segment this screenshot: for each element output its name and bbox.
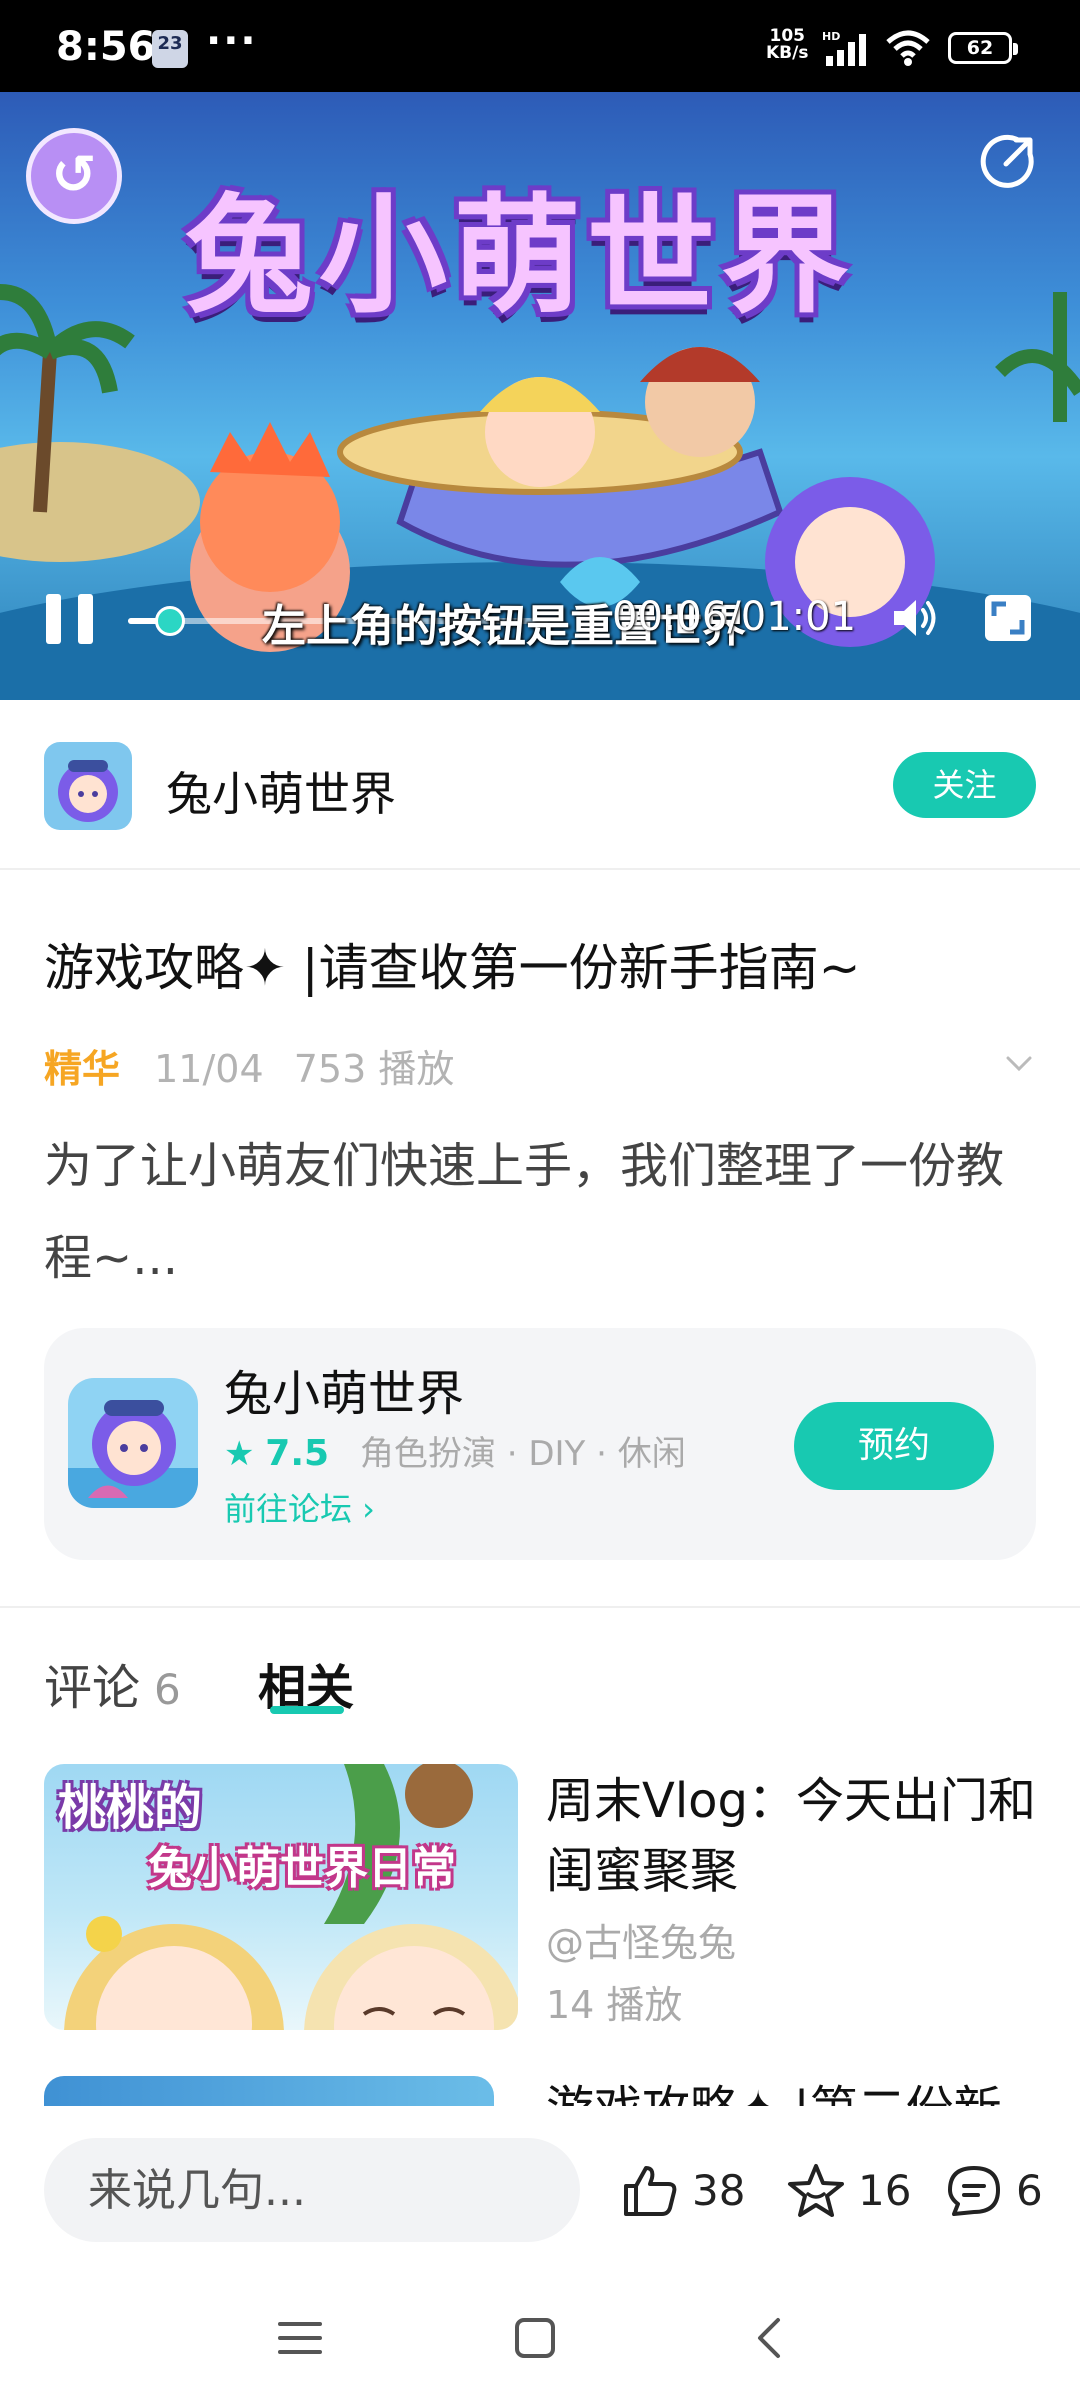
wifi-icon: [886, 30, 930, 66]
like-count: 38: [692, 2166, 746, 2215]
reserve-button[interactable]: 预约: [794, 1402, 994, 1490]
game-icon: [68, 1378, 198, 1508]
status-time: 8:56: [56, 24, 156, 70]
network-speed-unit: KB/s: [766, 43, 809, 63]
status-bar: 8:56 23 ··· 105 KB/s HD 62: [0, 0, 1080, 92]
video-time: 00:06/01:01: [612, 594, 857, 640]
related-video-thumbnail[interactable]: 桃桃的 兔小萌世界日常: [44, 1764, 518, 2030]
active-tab-indicator: [270, 1706, 344, 1714]
tab-comments-label: 评论: [44, 1660, 141, 1716]
pause-icon-bar-right: [78, 594, 93, 644]
post-description: 为了让小萌友们快速上手，我们整理了一份教程~...: [44, 1138, 1005, 1286]
like-button[interactable]: 38: [620, 2162, 750, 2220]
video-poster-title: 兔小萌世界: [185, 182, 856, 331]
post-meta: 精华 11/04 753 播放: [44, 1038, 472, 1093]
related-thumbnail-title-1: 桃桃的: [58, 1780, 203, 1836]
related-video-author[interactable]: @古怪兔兔: [546, 1912, 736, 1967]
related-video-plays: 14 播放: [546, 1983, 683, 2027]
bottom-action-bar: 38 16 6: [0, 2108, 1080, 2268]
game-card[interactable]: 兔小萌世界 ★ 7.5 角色扮演 · DIY · 休闲 前往论坛 › 预约: [44, 1328, 1036, 1560]
comment-bubble-icon: [948, 2166, 1000, 2216]
tab-comments[interactable]: 评论 6: [44, 1648, 181, 1718]
home-icon[interactable]: [505, 2308, 565, 2368]
game-rating-row: ★ 7.5 角色扮演 · DIY · 休闲: [224, 1426, 686, 1475]
calendar-notification-icon: 23: [152, 30, 188, 68]
related-thumbnail-title-2: 兔小萌世界日常: [148, 1843, 456, 1894]
section-divider: [0, 1606, 1080, 1608]
more-notifications-icon: ···: [206, 18, 258, 64]
star-icon: ★: [224, 1434, 255, 1474]
video-progress-handle[interactable]: [155, 606, 185, 636]
related-video-thumbnail-2[interactable]: [44, 2076, 494, 2106]
post-plays: 753 播放: [293, 1047, 455, 1091]
forum-link[interactable]: 前往论坛 ›: [224, 1484, 375, 1530]
share-icon[interactable]: [978, 132, 1038, 192]
svg-text:HD: HD: [822, 30, 840, 43]
related-video-title[interactable]: 周末Vlog：今天出门和闺蜜聚聚: [546, 1766, 1046, 1906]
follow-button[interactable]: 关注: [893, 752, 1036, 818]
channel-name[interactable]: 兔小萌世界: [166, 758, 396, 824]
video-controls: 左上角的按钮是重置世界 00:06/01:01: [0, 582, 1080, 652]
video-player[interactable]: 兔小萌世界 ↺ 左上角的按钮是重置世界 00:06/01:01: [0, 92, 1080, 700]
network-speed: 105 KB/s: [766, 28, 808, 62]
channel-avatar[interactable]: [44, 742, 132, 830]
featured-tag: 精华: [44, 1047, 121, 1091]
star-outline-icon: [788, 2164, 844, 2217]
game-rating: 7.5: [265, 1433, 330, 1474]
pause-icon-bar-left: [46, 594, 61, 644]
game-tags: 角色扮演 · DIY · 休闲: [359, 1434, 686, 1474]
tab-comments-count: 6: [154, 1665, 181, 1714]
thumbs-up-icon: [624, 2166, 677, 2216]
menu-icon[interactable]: [270, 2308, 330, 2368]
system-nav-bar: [0, 2268, 1080, 2400]
battery-icon: 62: [948, 32, 1018, 64]
favorite-count: 16: [858, 2166, 912, 2215]
chevron-down-icon[interactable]: [1000, 1044, 1038, 1082]
channel-row: 兔小萌世界 关注: [0, 700, 1080, 870]
comment-count: 6: [1016, 2166, 1043, 2215]
signal-icon: HD: [822, 30, 866, 66]
fullscreen-icon[interactable]: [982, 592, 1034, 644]
post-date: 11/04: [154, 1047, 264, 1091]
reset-world-button[interactable]: ↺: [26, 128, 122, 224]
comment-input[interactable]: [44, 2138, 580, 2242]
volume-icon[interactable]: [888, 592, 940, 644]
comment-button[interactable]: 6: [944, 2162, 1044, 2220]
related-video-title-2[interactable]: 游戏攻略✦ |第二份新: [546, 2074, 1002, 2106]
game-name: 兔小萌世界: [224, 1366, 465, 1422]
favorite-button[interactable]: 16: [786, 2162, 911, 2220]
pause-button[interactable]: [46, 594, 96, 648]
post-title: 游戏攻略✦ |请查收第一份新手指南~: [44, 939, 861, 997]
back-icon[interactable]: [740, 2308, 800, 2368]
